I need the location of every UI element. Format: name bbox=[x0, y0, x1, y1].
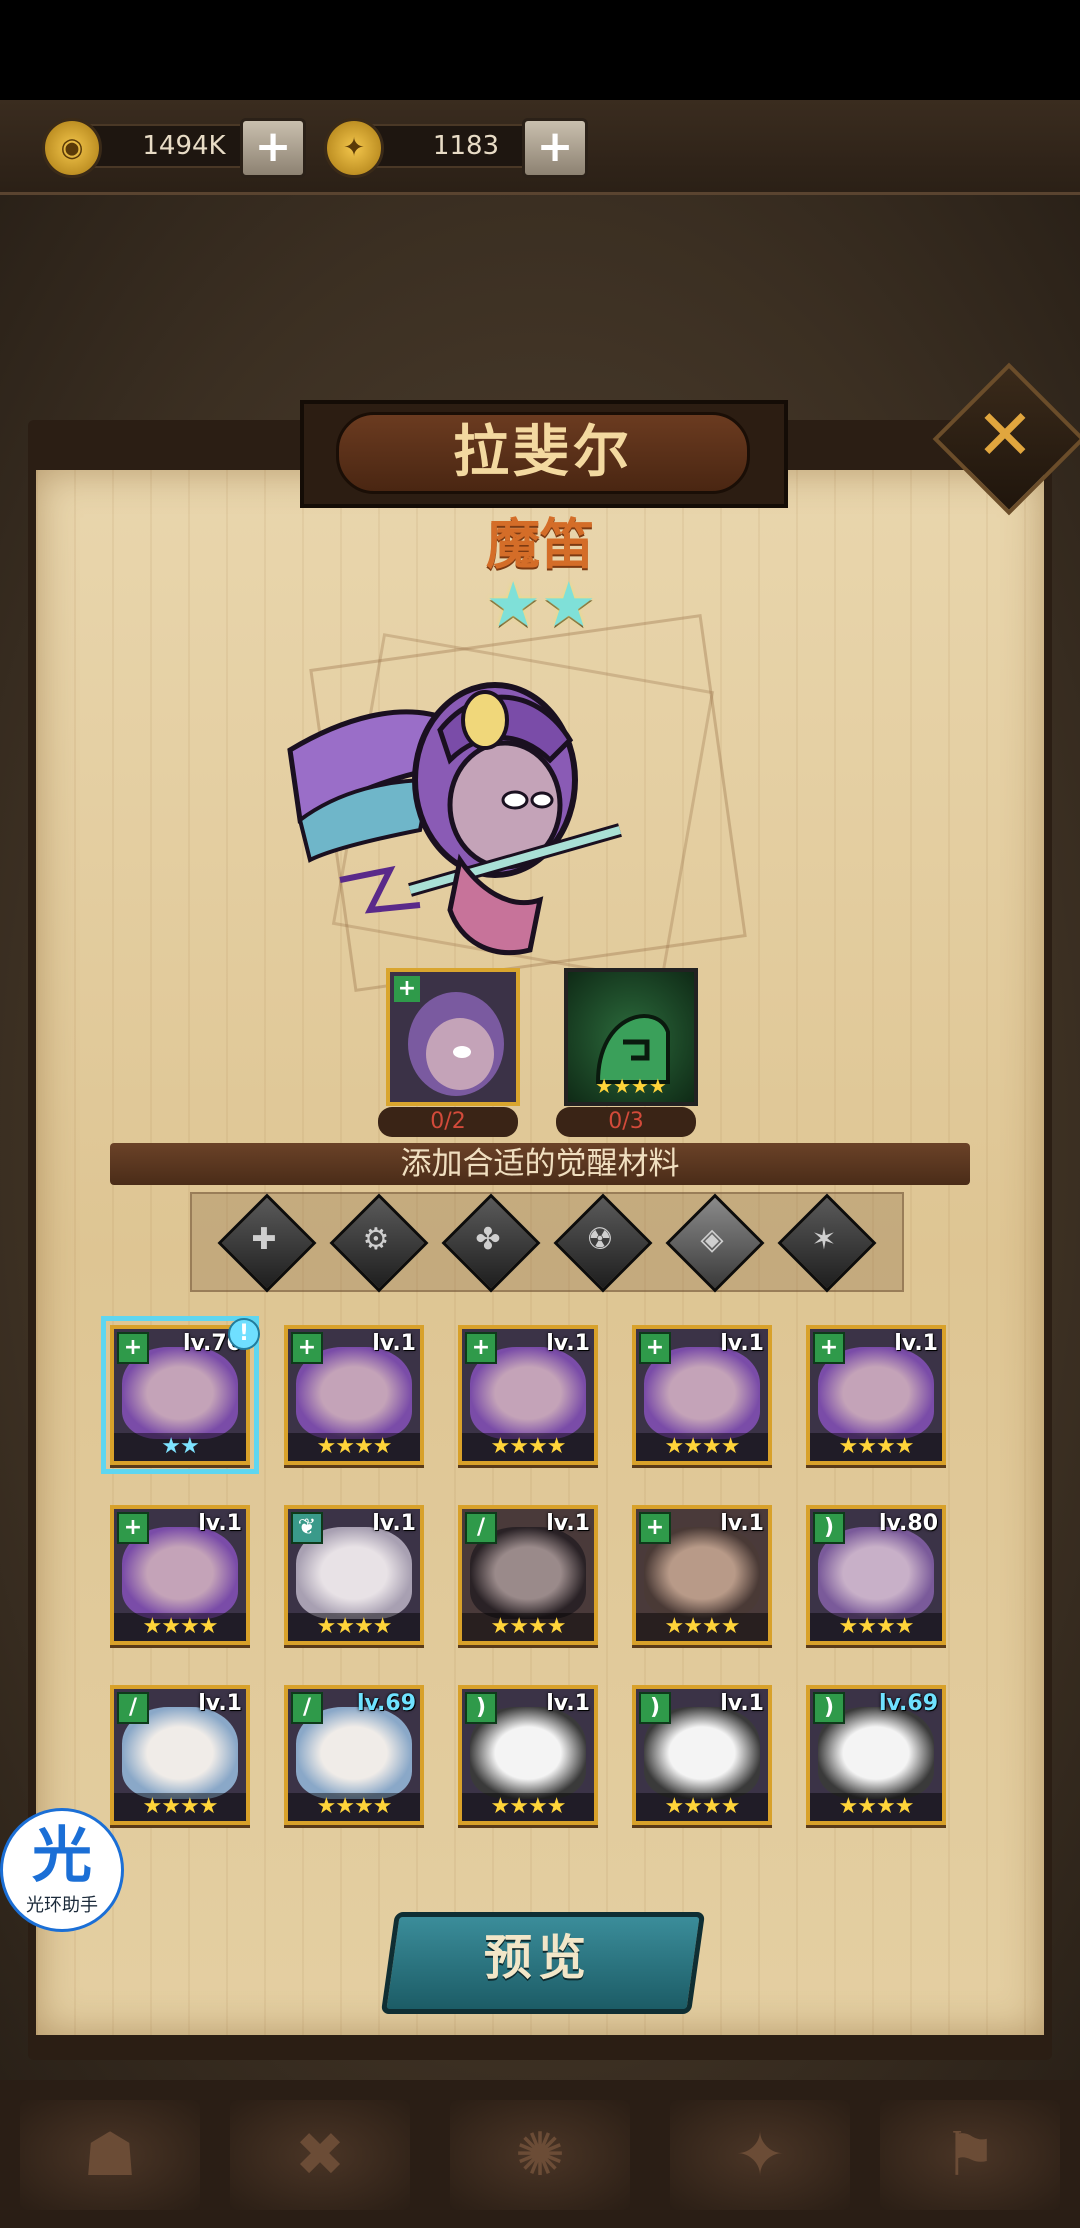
faction-5-icon[interactable]: ◈ bbox=[665, 1193, 765, 1293]
card-level: lv.80 bbox=[878, 1511, 938, 1536]
plus-icon: + bbox=[117, 1512, 149, 1544]
card-stars: ★★★★ bbox=[114, 1613, 246, 1641]
card-stars: ★★★★ bbox=[636, 1793, 768, 1821]
faction-1-icon[interactable]: ✚ bbox=[217, 1193, 317, 1293]
material-count: 0/2 bbox=[378, 1107, 518, 1137]
card-stars: ★★★★ bbox=[114, 1793, 246, 1821]
hero-card[interactable]: + lv.1 ★★★★ bbox=[632, 1505, 772, 1645]
star-icon: ★ bbox=[485, 568, 541, 641]
card-level: lv.1 bbox=[198, 1511, 242, 1536]
bow-icon: ) bbox=[465, 1692, 497, 1724]
hero-card[interactable]: ) lv.69 ★★★★ bbox=[806, 1685, 946, 1825]
card-level: lv.1 bbox=[198, 1691, 242, 1716]
card-level: lv.1 bbox=[546, 1331, 590, 1356]
card-stars: ★★★★ bbox=[810, 1793, 942, 1821]
add-gem-button[interactable]: + bbox=[522, 118, 588, 178]
hero-card[interactable]: + lv.1 ★★★★ bbox=[632, 1325, 772, 1465]
card-level: lv.1 bbox=[720, 1691, 764, 1716]
faction-4-icon[interactable]: ☢ bbox=[553, 1193, 653, 1293]
hero-card[interactable]: + lv.1 ★★★★ bbox=[284, 1325, 424, 1465]
plus-icon: + bbox=[639, 1332, 671, 1364]
leaf-icon: ❦ bbox=[291, 1512, 323, 1544]
alert-badge-icon: ! bbox=[228, 1318, 260, 1350]
card-stars: ★★ bbox=[114, 1433, 246, 1461]
card-level: lv.69 bbox=[878, 1691, 938, 1716]
gem-currency: 1183 ✦ + bbox=[324, 118, 594, 178]
plus-icon: + bbox=[291, 1332, 323, 1364]
currency-bar: 1494K ◉ + 1183 ✦ + bbox=[0, 100, 1080, 195]
add-gold-button[interactable]: + bbox=[240, 118, 306, 178]
material-slot-hero[interactable]: + bbox=[386, 968, 520, 1106]
star-row: ★★★★ bbox=[595, 1074, 667, 1098]
nav-slot-5-icon[interactable]: ⚑ bbox=[880, 2100, 1060, 2210]
preview-button-label[interactable]: 预览 bbox=[388, 1912, 688, 2004]
nav-slot-3-icon[interactable]: ✺ bbox=[450, 2100, 630, 2210]
hero-card[interactable]: ) lv.1 ★★★★ bbox=[632, 1685, 772, 1825]
hero-card[interactable]: + lv.1 ★★★★ bbox=[110, 1505, 250, 1645]
hero-card[interactable]: ❦ lv.1 ★★★★ bbox=[284, 1505, 424, 1645]
bottom-nav: ☗ ✖ ✺ ✦ ⚑ bbox=[0, 2080, 1080, 2228]
card-stars: ★★★★ bbox=[636, 1613, 768, 1641]
plus-icon: + bbox=[394, 976, 420, 1002]
hero-card[interactable]: / lv.1 ★★★★ bbox=[458, 1505, 598, 1645]
card-level: lv.1 bbox=[372, 1331, 416, 1356]
nav-slot-2-icon[interactable]: ✖ bbox=[230, 2100, 410, 2210]
gem-coin-icon: ✦ bbox=[324, 118, 384, 178]
assistant-glyph: 光 bbox=[32, 1821, 92, 1891]
material-slot-generic[interactable]: ★★★★ bbox=[564, 968, 698, 1106]
hero-name: 拉斐尔 bbox=[336, 412, 750, 494]
card-stars: ★★★★ bbox=[462, 1433, 594, 1461]
assistant-label: 光环助手 bbox=[26, 1895, 98, 1916]
plus-icon: + bbox=[639, 1512, 671, 1544]
material-count: 0/3 bbox=[556, 1107, 696, 1137]
hero-portrait bbox=[287, 682, 622, 956]
card-level: lv.1 bbox=[546, 1691, 590, 1716]
dagger-icon: / bbox=[291, 1692, 323, 1724]
card-stars: ★★★★ bbox=[288, 1613, 420, 1641]
card-stars: ★★★★ bbox=[462, 1613, 594, 1641]
hero-card[interactable]: + lv.1 ★★★★ bbox=[806, 1325, 946, 1465]
faction-6-icon[interactable]: ✶ bbox=[777, 1193, 877, 1293]
card-stars: ★★★★ bbox=[462, 1793, 594, 1821]
hero-card[interactable]: ) lv.1 ★★★★ bbox=[458, 1685, 598, 1825]
card-stars: ★★★★ bbox=[810, 1613, 942, 1641]
plus-icon: + bbox=[117, 1332, 149, 1364]
hero-card[interactable]: / lv.1 ★★★★ bbox=[110, 1685, 250, 1825]
hero-card[interactable]: + lv.70 ★★ bbox=[101, 1316, 259, 1474]
plus-icon: + bbox=[465, 1332, 497, 1364]
card-stars: ★★★★ bbox=[288, 1433, 420, 1461]
close-icon[interactable]: ✕ bbox=[955, 385, 1055, 485]
gold-coin-icon: ◉ bbox=[42, 118, 102, 178]
card-stars: ★★★★ bbox=[810, 1433, 942, 1461]
hero-stars: ★★ bbox=[466, 568, 616, 641]
bow-icon: ) bbox=[813, 1512, 845, 1544]
hero-title: 魔笛 bbox=[486, 513, 594, 576]
card-level: lv.1 bbox=[720, 1511, 764, 1536]
dagger-icon: / bbox=[465, 1512, 497, 1544]
hero-card[interactable]: + lv.1 ★★★★ bbox=[458, 1325, 598, 1465]
card-level: lv.69 bbox=[356, 1691, 416, 1716]
hint-banner: 添加合适的觉醒材料 bbox=[110, 1143, 970, 1185]
hero-card[interactable]: ) lv.80 ★★★★ bbox=[806, 1505, 946, 1645]
plus-icon: + bbox=[813, 1332, 845, 1364]
faction-2-icon[interactable]: ⚙ bbox=[329, 1193, 429, 1293]
card-level: lv.1 bbox=[720, 1331, 764, 1356]
assistant-floating-button[interactable]: 光 光环助手 bbox=[0, 1808, 124, 1932]
dagger-icon: / bbox=[117, 1692, 149, 1724]
nav-slot-4-icon[interactable]: ✦ bbox=[670, 2100, 850, 2210]
card-level: lv.1 bbox=[546, 1511, 590, 1536]
card-level: lv.1 bbox=[894, 1331, 938, 1356]
gold-currency: 1494K ◉ + bbox=[42, 118, 312, 178]
card-level: lv.1 bbox=[372, 1511, 416, 1536]
card-stars: ★★★★ bbox=[636, 1433, 768, 1461]
faction-3-icon[interactable]: ✤ bbox=[441, 1193, 541, 1293]
card-stars: ★★★★ bbox=[288, 1793, 420, 1821]
status-bar bbox=[0, 0, 1080, 100]
nav-slot-1-icon[interactable]: ☗ bbox=[20, 2100, 200, 2210]
hero-card[interactable]: / lv.69 ★★★★ bbox=[284, 1685, 424, 1825]
bow-icon: ) bbox=[813, 1692, 845, 1724]
bow-icon: ) bbox=[639, 1692, 671, 1724]
